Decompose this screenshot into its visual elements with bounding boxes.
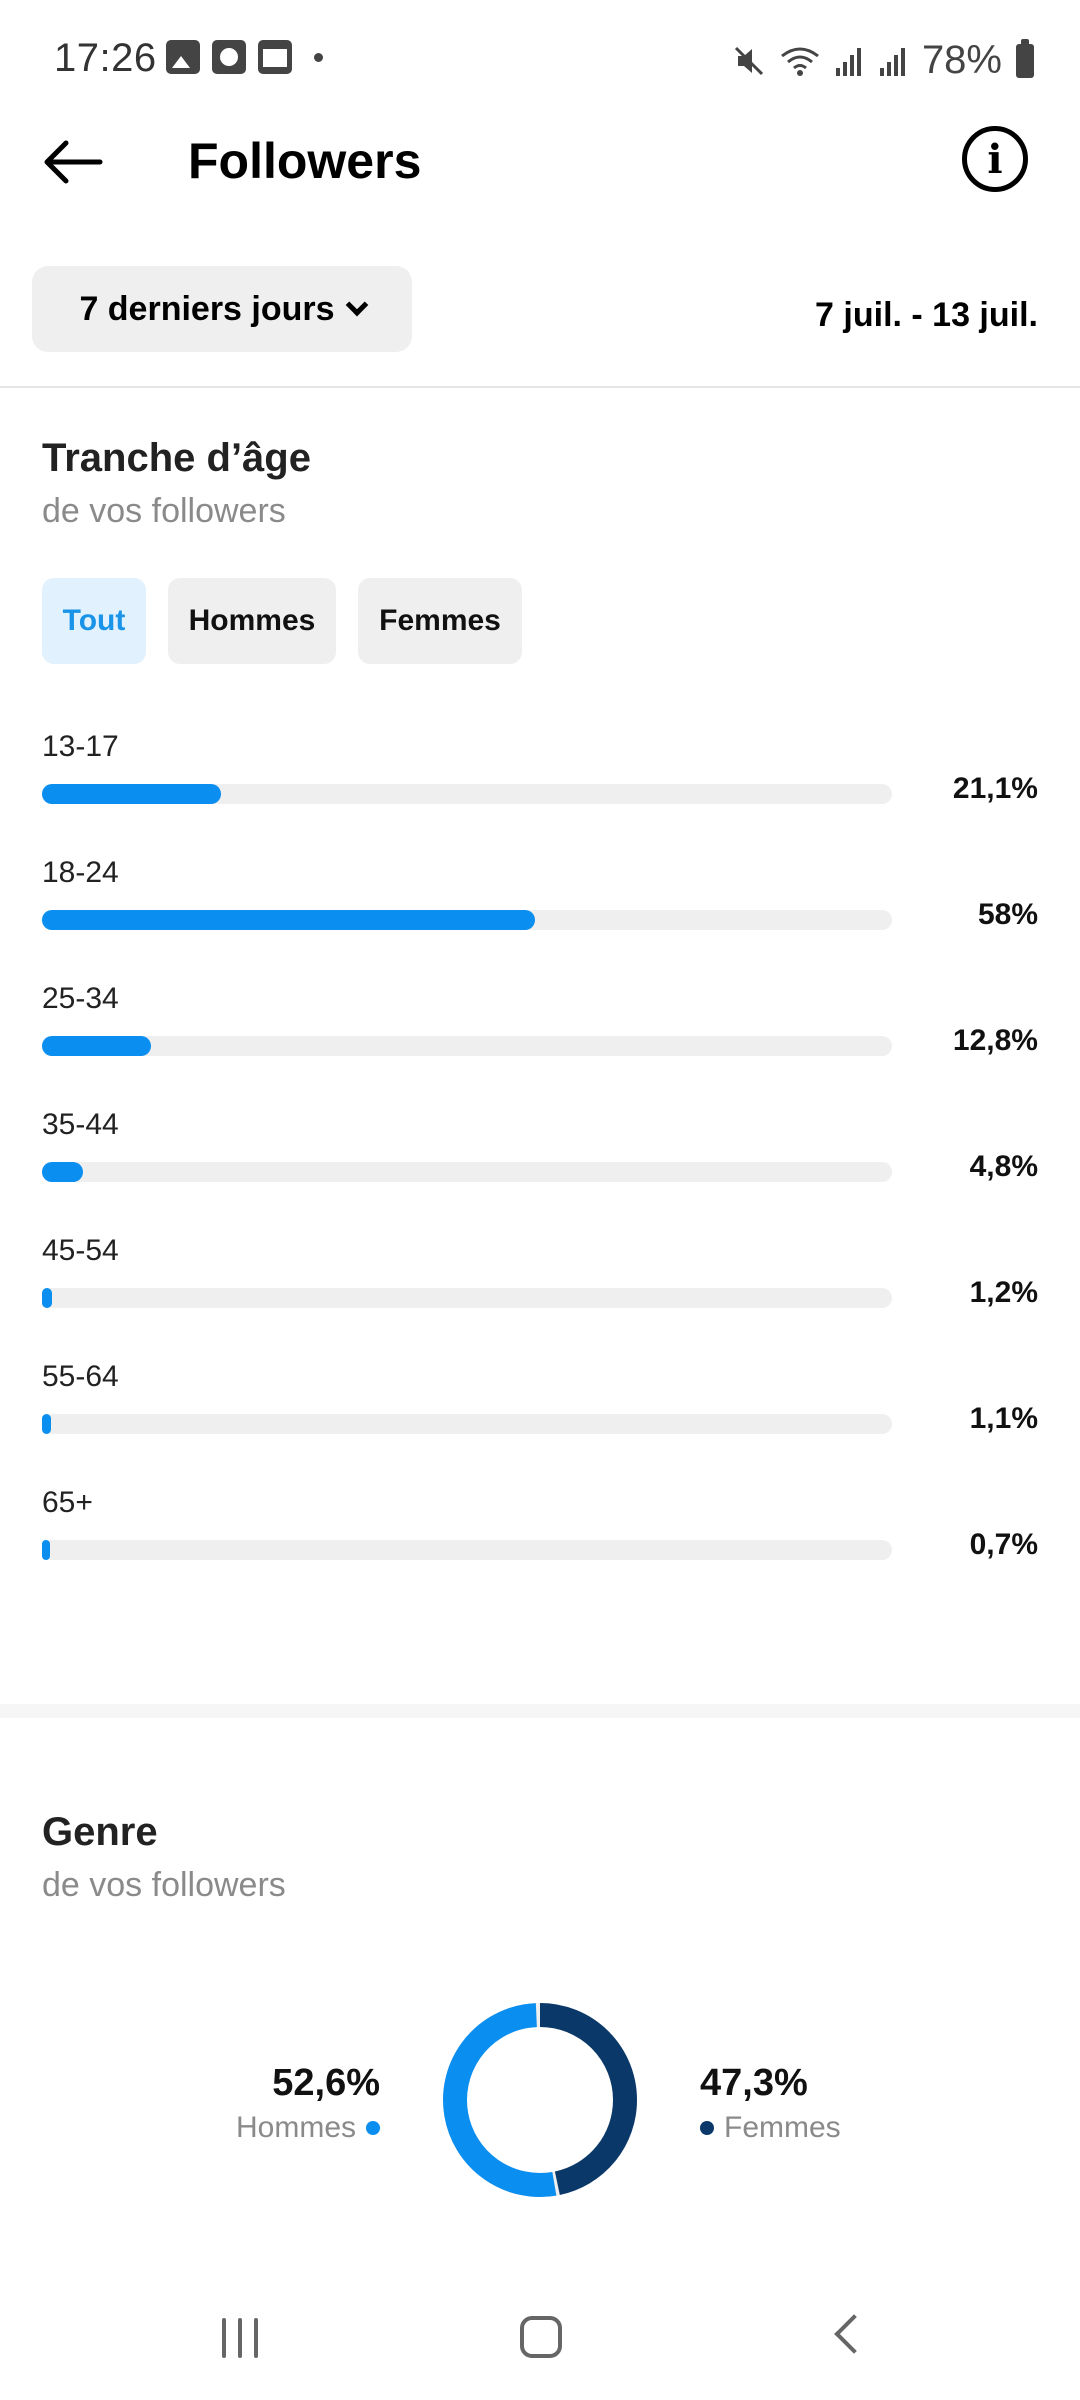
age-bar (42, 1414, 51, 1434)
donut-segment-men (443, 2003, 637, 2197)
info-icon: i (987, 135, 1003, 183)
recent-apps-icon (222, 2318, 226, 2358)
women-dot-icon (700, 2121, 714, 2135)
gender-donut-chart: 52,6% Hommes 47,3% Femmes (0, 1990, 1080, 2210)
age-bar-track (42, 1414, 892, 1434)
age-bar-track (42, 1288, 892, 1308)
gender-donut (443, 2003, 637, 2197)
battery-icon (1016, 38, 1034, 78)
status-time: 17:26 (54, 36, 157, 80)
battery-percent: 78% (921, 38, 1002, 82)
men-label: Hommes (235, 2111, 356, 2144)
back-button[interactable] (38, 132, 108, 192)
age-section-title: Tranche d’âge (42, 436, 311, 480)
chevron-down-icon (345, 293, 368, 317)
age-bar (42, 1540, 50, 1560)
system-icons: 78% (732, 38, 1034, 83)
gender-section-title: Genre (42, 1810, 158, 1854)
age-bar-chart: 13-17 21,1% 18-24 58% 25-34 12,8% 35-44 … (42, 730, 1038, 1612)
age-row: 13-17 21,1% (42, 730, 1038, 856)
age-value: 4,8% (969, 1150, 1038, 1183)
age-bar (42, 784, 221, 804)
page-title: Followers (188, 133, 422, 189)
age-label: 18-24 (42, 856, 119, 889)
age-row: 18-24 58% (42, 856, 1038, 982)
system-nav-bar (0, 2290, 1080, 2400)
recent-apps-button[interactable] (222, 2318, 258, 2358)
age-bar-track (42, 1162, 892, 1182)
arrow-left-icon (44, 140, 103, 184)
mute-icon (734, 46, 763, 75)
notification-icons (166, 40, 323, 74)
tab-femmes[interactable]: Femmes (358, 578, 522, 664)
wifi-icon (781, 47, 819, 76)
age-value: 1,1% (969, 1402, 1038, 1435)
system-back-button[interactable] (834, 2314, 874, 2354)
women-label: Femmes (724, 2111, 841, 2144)
women-percent: 47,3% (700, 2062, 808, 2104)
age-bar (42, 910, 535, 930)
age-value: 21,1% (952, 772, 1038, 805)
period-dropdown[interactable]: 7 derniers jours (32, 266, 412, 352)
age-value: 0,7% (969, 1528, 1038, 1561)
gallery-icon (166, 40, 200, 74)
tab-tout[interactable]: Tout (42, 578, 146, 664)
men-percent: 52,6% (272, 2062, 380, 2104)
age-bar-track (42, 784, 892, 804)
gender-men-legend: 52,6% Hommes (236, 2062, 380, 2145)
more-notifications-dot-icon (314, 52, 323, 62)
age-row: 25-34 12,8% (42, 982, 1038, 1108)
age-label: 13-17 (42, 730, 119, 763)
age-bar-track (42, 1036, 892, 1056)
age-value: 58% (977, 898, 1038, 931)
age-row: 45-54 1,2% (42, 1234, 1038, 1360)
age-label: 25-34 (42, 982, 119, 1015)
signal-icon-2 (879, 47, 905, 76)
home-button[interactable] (520, 2316, 562, 2358)
age-section-subtitle: de vos followers (42, 492, 286, 530)
clock-icon (212, 40, 246, 74)
age-bar (42, 1036, 151, 1056)
info-button[interactable]: i (962, 126, 1028, 192)
calendar-icon (258, 40, 292, 74)
age-row: 65+ 0,7% (42, 1486, 1038, 1612)
age-row: 55-64 1,1% (42, 1360, 1038, 1486)
gender-women-legend: 47,3% Femmes (700, 2062, 841, 2145)
period-label: 7 derniers jours (79, 289, 335, 328)
age-value: 1,2% (969, 1276, 1038, 1309)
date-range: 7 juil. - 13 juil. (815, 296, 1038, 334)
age-bar (42, 1162, 83, 1182)
age-bar-track (42, 1540, 892, 1560)
age-label: 35-44 (42, 1108, 119, 1141)
age-label: 65+ (42, 1486, 93, 1519)
divider (0, 386, 1080, 388)
men-dot-icon (366, 2121, 380, 2135)
age-label: 45-54 (42, 1234, 119, 1267)
section-separator (0, 1704, 1080, 1718)
status-bar: 17:26 78% (0, 0, 1080, 120)
age-label: 55-64 (42, 1360, 119, 1393)
age-bar-track (42, 910, 892, 930)
signal-icon (835, 47, 861, 76)
age-value: 12,8% (952, 1024, 1038, 1057)
top-app-bar: Followers i (0, 120, 1080, 204)
age-row: 35-44 4,8% (42, 1108, 1038, 1234)
gender-filter-tabs: Tout Hommes Femmes (42, 578, 522, 664)
tab-hommes[interactable]: Hommes (168, 578, 336, 664)
gender-section-subtitle: de vos followers (42, 1866, 286, 1904)
age-bar (42, 1288, 52, 1308)
